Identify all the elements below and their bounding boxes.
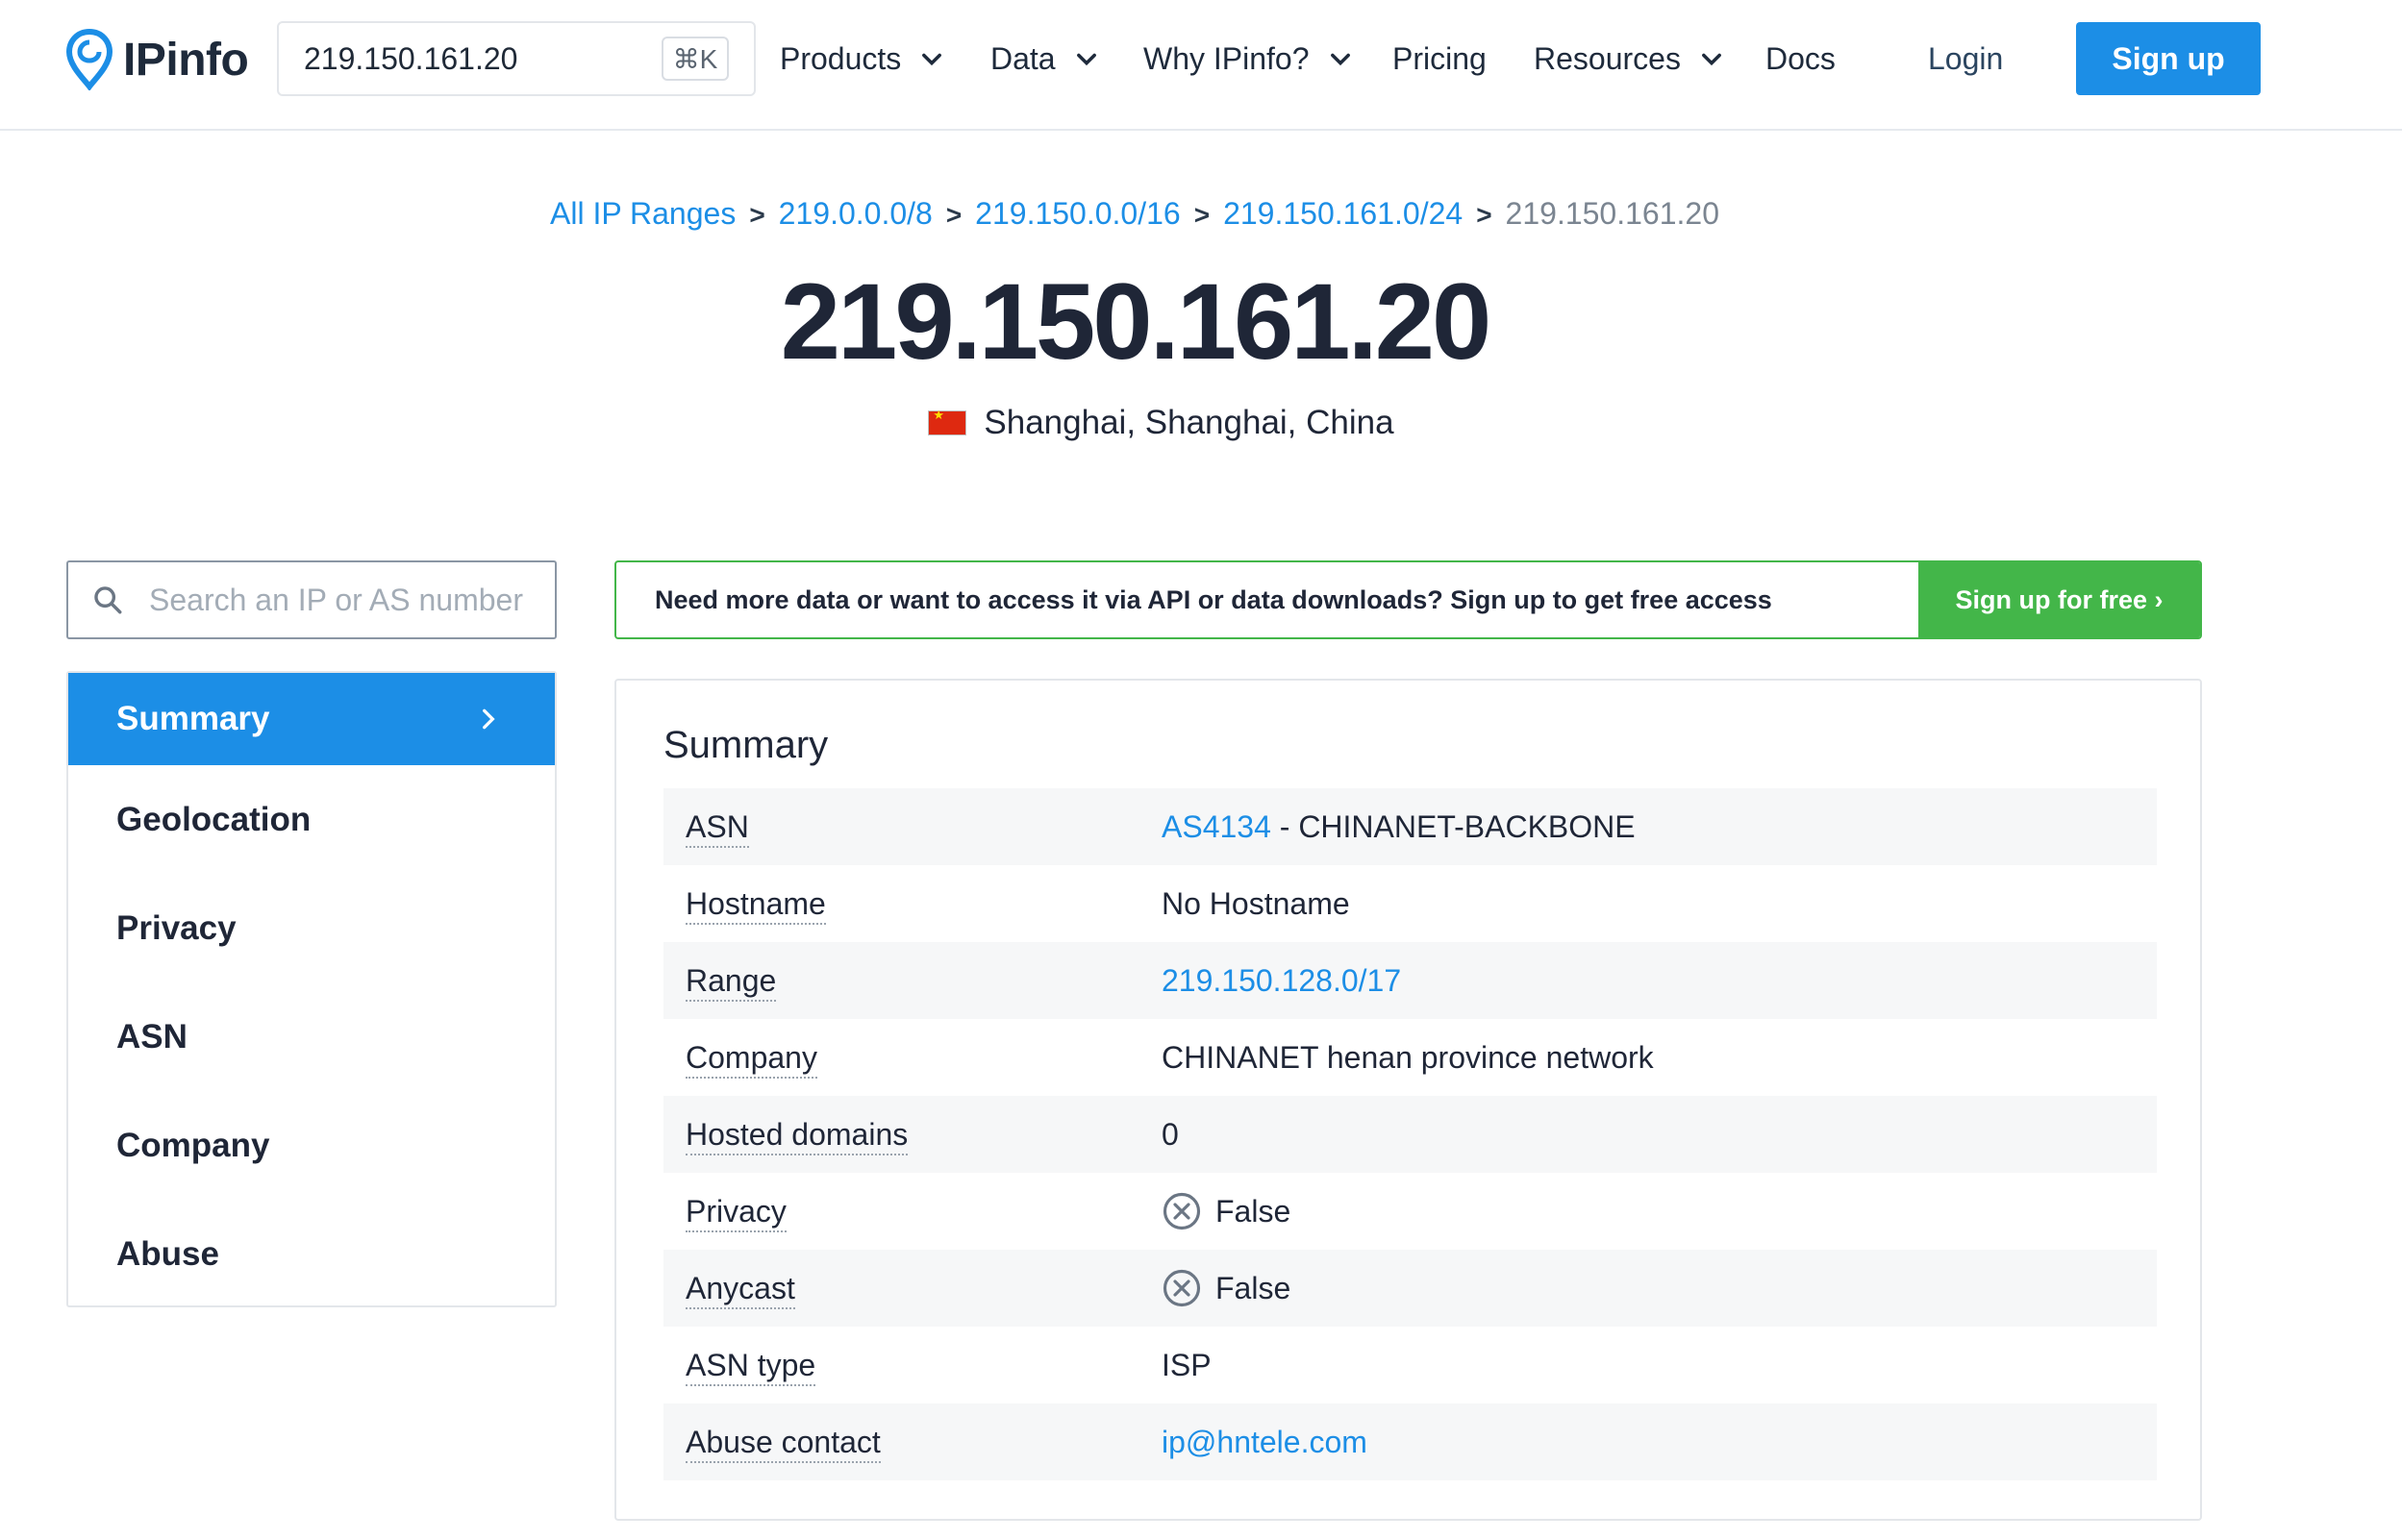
location-pin-logo-icon: [65, 29, 113, 90]
hostname-value: No Hostname: [1162, 885, 1350, 921]
chevron-right-icon: [483, 708, 495, 730]
table-row: Abuse contact ip@hntele.com: [663, 1403, 2157, 1480]
breadcrumb: All IP Ranges >219.0.0.0/8 >219.150.0.0/16…: [0, 196, 2269, 232]
sidebar-item-geolocation[interactable]: Geolocation: [68, 765, 555, 874]
row-key-company: Company: [686, 1039, 817, 1079]
chevron-down-icon: [1076, 53, 1096, 66]
abuse-contact-link[interactable]: ip@hntele.com: [1162, 1425, 1367, 1460]
row-key-abuse-contact: Abuse contact: [686, 1424, 881, 1463]
sidebar-item-label: Privacy: [116, 908, 237, 947]
summary-table: ASN AS4134 - CHINANET-BACKBONE Hostname …: [663, 788, 2157, 1480]
signup-promo-banner: Need more data or want to access it via …: [614, 560, 2202, 639]
signup-button[interactable]: Sign up: [2076, 22, 2261, 95]
banner-text: Need more data or want to access it via …: [655, 584, 1772, 614]
logo-text: IPinfo: [123, 34, 249, 86]
breadcrumb-separator: >: [1193, 200, 1211, 230]
header-search-input[interactable]: 219.150.161.20 ⌘K: [277, 21, 756, 96]
anycast-value: False: [1215, 1270, 1291, 1305]
login-link[interactable]: Login: [1928, 35, 2003, 83]
nav-why-ipinfo[interactable]: Why IPinfo?: [1143, 35, 1354, 83]
chevron-down-icon: [1330, 53, 1350, 66]
sidebar-item-label: Company: [116, 1126, 270, 1164]
company-value: CHINANET henan province network: [1162, 1039, 1654, 1075]
top-navigation-bar: IPinfo 219.150.161.20 ⌘K Products Data W…: [0, 0, 2402, 131]
breadcrumb-all-ip-ranges[interactable]: All IP Ranges: [550, 196, 736, 231]
ipinfo-logo[interactable]: IPinfo: [65, 27, 249, 92]
row-key-range: Range: [686, 962, 777, 1002]
breadcrumb-range-16[interactable]: 219.150.0.0/16: [975, 196, 1181, 231]
asn-link[interactable]: AS4134: [1162, 809, 1271, 845]
header-search-value[interactable]: 219.150.161.20: [304, 41, 662, 77]
nav-docs-label: Docs: [1765, 40, 1836, 76]
sidebar-item-privacy[interactable]: Privacy: [68, 874, 555, 982]
table-row: Anycast False: [663, 1250, 2157, 1327]
asn-name: - CHINANET-BACKBONE: [1270, 808, 1636, 844]
page-title: 219.150.161.20: [780, 261, 1492, 382]
table-row: ASN AS4134 - CHINANET-BACKBONE: [663, 788, 2157, 865]
table-row: ASN type ISP: [663, 1327, 2157, 1403]
row-key-asn: ASN: [686, 808, 749, 848]
table-row: Privacy False: [663, 1173, 2157, 1250]
login-label: Login: [1928, 40, 2004, 76]
sidebar-item-company[interactable]: Company: [68, 1091, 555, 1200]
nav-pricing[interactable]: Pricing: [1392, 35, 1487, 83]
table-row: Hosted domains 0: [663, 1096, 2157, 1173]
sidebar-item-label: Geolocation: [116, 800, 312, 838]
location-line: Shanghai, Shanghai, China: [0, 404, 2322, 442]
close-circle-icon: [1163, 1192, 1201, 1230]
sidebar-item-label: Abuse: [116, 1234, 219, 1273]
row-key-privacy: Privacy: [686, 1193, 787, 1232]
sidebar-item-label: Summary: [116, 700, 270, 737]
breadcrumb-separator: >: [945, 200, 963, 230]
asn-type-value: ISP: [1162, 1347, 1212, 1382]
row-key-hosted-domains: Hosted domains: [686, 1116, 909, 1155]
chevron-down-icon: [922, 53, 942, 66]
row-key-asn-type: ASN type: [686, 1347, 816, 1386]
summary-title: Summary: [663, 724, 829, 766]
breadcrumb-range-24[interactable]: 219.150.161.0/24: [1223, 196, 1463, 231]
table-row: Company CHINANET henan province network: [663, 1019, 2157, 1096]
nav-resources[interactable]: Resources: [1534, 35, 1725, 83]
keyboard-shortcut-badge: ⌘K: [662, 37, 729, 81]
breadcrumb-separator: >: [1476, 200, 1492, 230]
sidebar-item-abuse[interactable]: Abuse: [68, 1200, 555, 1308]
privacy-value: False: [1215, 1193, 1291, 1229]
search-icon: [94, 586, 122, 614]
row-key-anycast: Anycast: [686, 1270, 795, 1309]
sidebar-item-asn[interactable]: ASN: [68, 982, 555, 1091]
nav-resources-label: Resources: [1534, 40, 1681, 76]
table-row: Hostname No Hostname: [663, 865, 2157, 942]
hosted-domains-value: 0: [1162, 1116, 1179, 1152]
nav-why-label: Why IPinfo?: [1143, 40, 1310, 76]
sidebar-search[interactable]: [66, 560, 557, 639]
summary-card: Summary ASN AS4134 - CHINANET-BACKBONE H…: [614, 679, 2202, 1521]
close-circle-icon: [1163, 1269, 1201, 1307]
nav-pricing-label: Pricing: [1392, 40, 1487, 76]
nav-docs[interactable]: Docs: [1765, 35, 1836, 83]
nav-data-label: Data: [990, 40, 1056, 76]
sidebar-search-input[interactable]: [149, 582, 534, 618]
nav-data[interactable]: Data: [990, 35, 1100, 83]
sidebar-item-summary[interactable]: Summary: [68, 673, 555, 765]
chevron-down-icon: [1702, 53, 1721, 66]
signup-free-button[interactable]: Sign up for free ›: [1918, 562, 2200, 637]
table-row: Range 219.150.128.0/17: [663, 942, 2157, 1019]
range-link[interactable]: 219.150.128.0/17: [1162, 963, 1401, 999]
nav-products-label: Products: [780, 40, 902, 76]
breadcrumb-current: 219.150.161.20: [1505, 196, 1719, 231]
china-flag-icon: [928, 408, 967, 435]
row-key-hostname: Hostname: [686, 885, 826, 925]
breadcrumb-separator: >: [749, 200, 765, 230]
nav-products[interactable]: Products: [780, 35, 945, 83]
sidebar-menu: Summary Geolocation Privacy ASN Company …: [66, 671, 557, 1307]
sidebar-item-label: ASN: [116, 1017, 188, 1056]
breadcrumb-range-8[interactable]: 219.0.0.0/8: [779, 196, 933, 231]
location-text: Shanghai, Shanghai, China: [984, 404, 1394, 441]
